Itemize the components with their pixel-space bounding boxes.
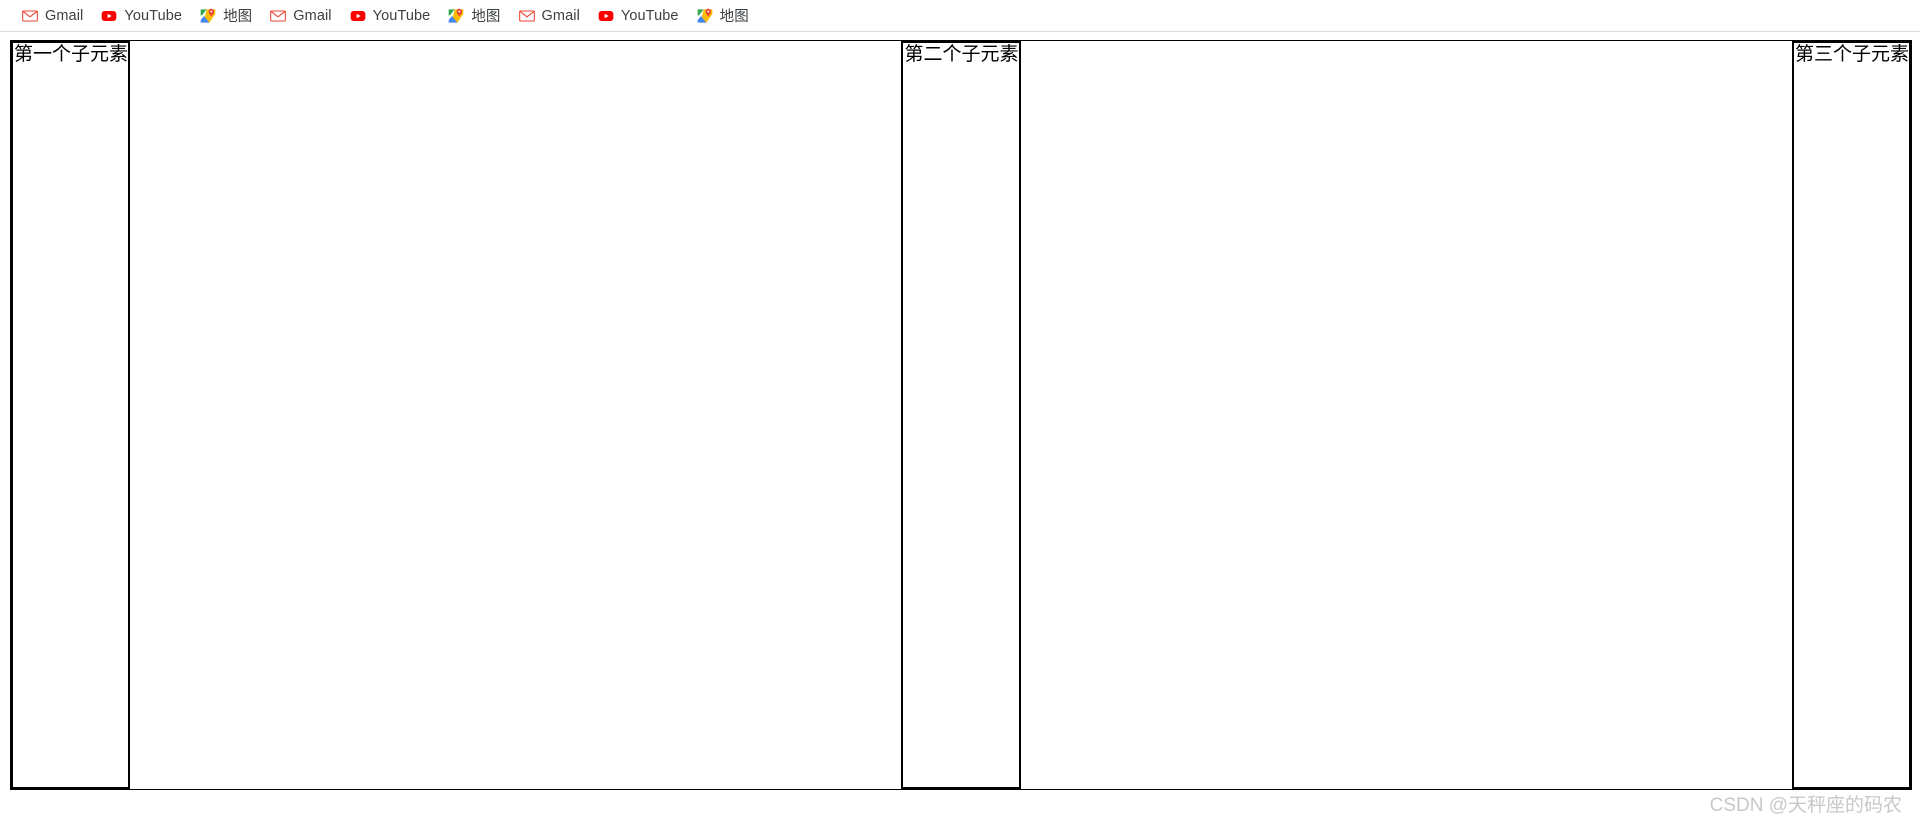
google-maps-icon [697,8,713,24]
bookmark-item-gmail-2[interactable]: Gmail [262,4,339,28]
gmail-icon [270,8,287,24]
flex-container: 第一个子元素 第二个子元素 第三个子元素 [10,40,1912,790]
flex-child-first: 第一个子元素 [11,41,131,789]
bookmark-label: YouTube [124,7,183,24]
youtube-icon [350,8,366,24]
youtube-icon [598,8,614,24]
bookmarks-bar: Gmail YouTube 地图 Gmail YouTube 地图 Gmail … [0,0,1920,32]
bookmark-item-maps-3[interactable]: 地图 [689,4,757,28]
bookmark-item-youtube-2[interactable]: YouTube [342,4,439,28]
bookmark-item-gmail[interactable]: Gmail [14,4,91,28]
bookmark-label: 地图 [719,9,749,25]
flex-child-third: 第三个子元素 [1791,41,1911,789]
bookmark-label: YouTube [372,7,431,24]
csdn-watermark: CSDN @天秤座的码农 [1709,795,1902,816]
gmail-icon [22,8,38,24]
bookmark-item-youtube[interactable]: YouTube [93,4,190,28]
bookmark-label: 地图 [223,9,253,25]
flex-child-second: 第二个子元素 [901,41,1021,789]
gmail-icon [518,8,535,24]
bookmark-item-youtube-3[interactable]: YouTube [590,4,687,28]
bookmark-label: Gmail [293,7,332,24]
google-maps-icon [200,8,216,24]
bookmark-label: YouTube [620,7,679,24]
bookmark-item-maps-2[interactable]: 地图 [440,4,508,28]
bookmark-item-gmail-3[interactable]: Gmail [511,4,588,28]
bookmark-label: 地图 [471,9,501,25]
bookmark-item-maps[interactable]: 地图 [192,4,260,28]
google-maps-icon [448,8,464,24]
youtube-icon [101,8,117,24]
bookmark-label: Gmail [541,7,580,24]
bookmark-label: Gmail [45,7,84,24]
